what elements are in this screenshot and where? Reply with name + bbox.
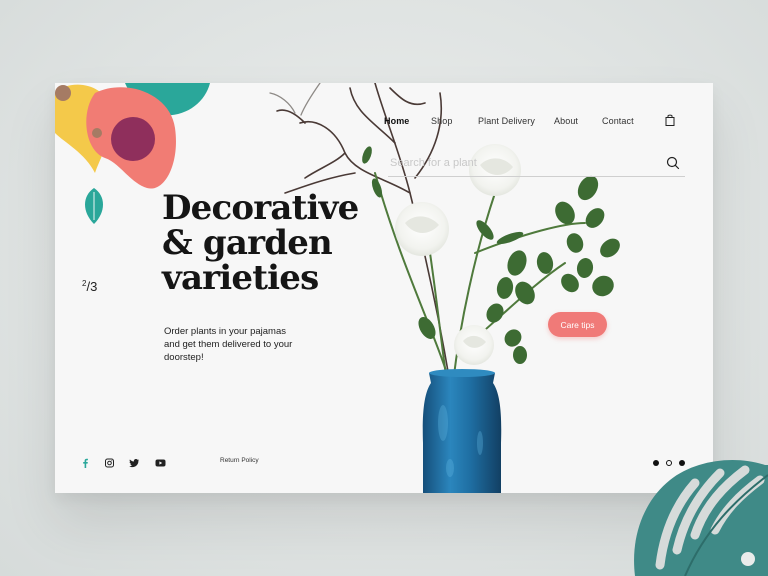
nav-item-about[interactable]: About <box>554 116 578 126</box>
headline-line-2: & garden <box>162 223 333 263</box>
youtube-icon[interactable] <box>155 458 166 468</box>
small-leaf-icon <box>85 188 103 224</box>
shopping-bag-icon[interactable] <box>665 114 675 126</box>
care-tips-button[interactable]: Care tips <box>548 312 607 337</box>
nav-item-home[interactable]: Home <box>384 116 409 126</box>
search-bar <box>388 153 685 177</box>
nav-item-contact[interactable]: Contact <box>602 116 634 126</box>
search-icon[interactable] <box>666 156 680 170</box>
nav-item-plant-delivery[interactable]: Plant Delivery <box>478 116 535 126</box>
facebook-icon[interactable] <box>80 458 91 468</box>
hero-headline: Decorative & garden varieties <box>162 191 402 296</box>
nav-item-shop[interactable]: Shop <box>431 116 452 126</box>
search-input[interactable] <box>390 153 650 173</box>
hero-card: Home Shop Plant Delivery About Contact D… <box>55 83 713 493</box>
hero-subtitle: Order plants in your pajamas and get the… <box>164 326 293 363</box>
slide-total: 3 <box>90 279 98 294</box>
slide-counter: 2/3 <box>82 279 97 294</box>
return-policy-link[interactable]: Return Policy <box>220 457 259 464</box>
instagram-icon[interactable] <box>104 458 115 468</box>
twitter-icon[interactable] <box>129 458 140 468</box>
headline-line-1: Decorative <box>162 188 359 228</box>
monstera-leaf-icon <box>634 460 768 576</box>
headline-line-3: varieties <box>162 258 319 298</box>
main-nav: Home Shop Plant Delivery About Contact <box>55 116 713 132</box>
